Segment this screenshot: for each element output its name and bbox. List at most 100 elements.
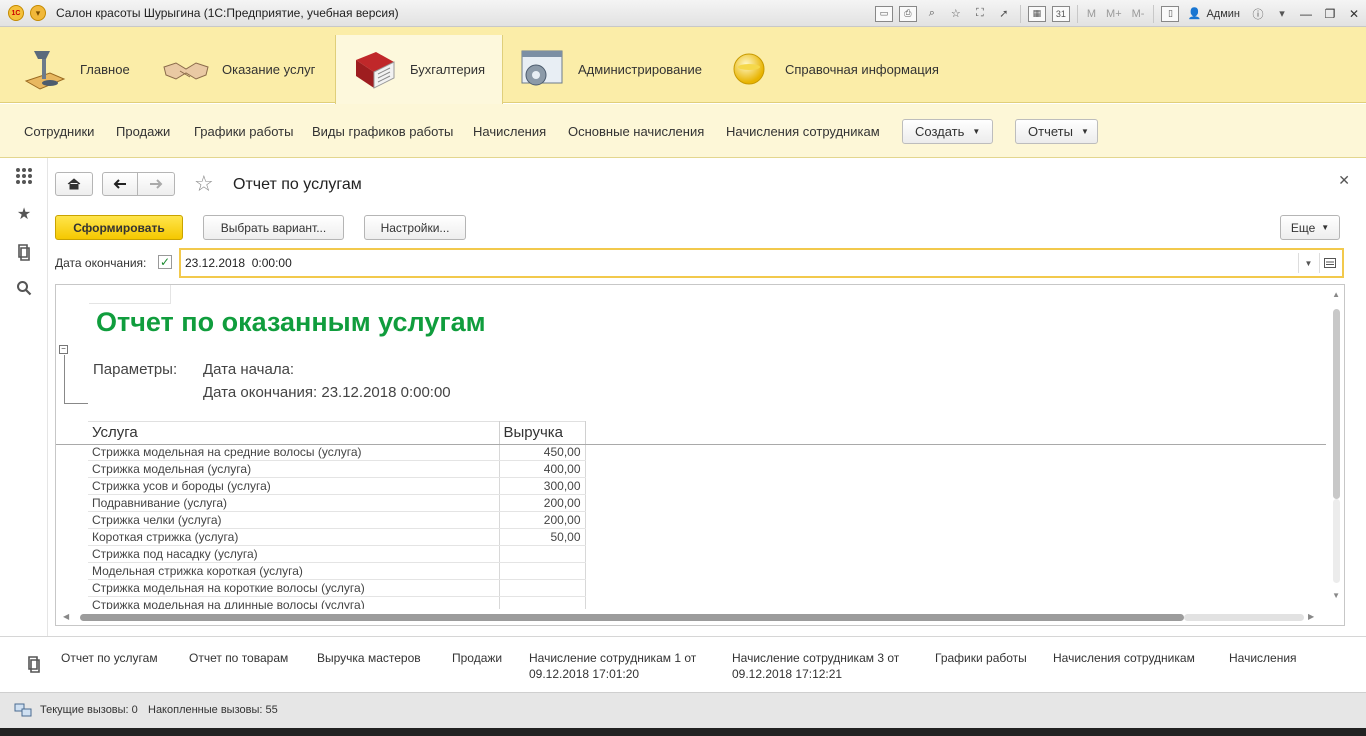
dropdown-arrow-icon[interactable]: ▼	[1298, 253, 1318, 273]
nav-link-main-accruals[interactable]: Основные начисления	[568, 124, 704, 139]
report-cell	[89, 285, 171, 304]
window-tab-accruals[interactable]: Начисления	[1229, 650, 1297, 666]
arrow-left-icon	[113, 179, 126, 189]
table-row[interactable]: Стрижка челки (услуга) 200,00	[88, 511, 586, 529]
table-row[interactable]: Короткая стрижка (услуга) 50,00	[88, 528, 586, 546]
back-button[interactable]	[102, 172, 138, 196]
section-reference[interactable]: Справочная информация	[725, 35, 939, 103]
report-form: ☆ Отчет по услугам ✕ Сформировать Выбрат…	[48, 158, 1366, 636]
panels-icon[interactable]: ▯	[1161, 5, 1180, 22]
history-icon[interactable]	[14, 242, 34, 262]
search-icon[interactable]	[14, 278, 34, 298]
horizontal-scroll-thumb[interactable]	[80, 614, 1184, 621]
table-row[interactable]: Стрижка модельная на средние волосы (усл…	[88, 443, 586, 461]
link-icon[interactable]: ⛶	[971, 6, 989, 22]
table-row[interactable]: Стрижка усов и бороды (услуга) 300,00	[88, 477, 586, 495]
more-button[interactable]: Еще ▼	[1280, 215, 1340, 240]
table-row[interactable]: Стрижка модельная на короткие волосы (ус…	[88, 579, 586, 597]
navigation-panel: Сотрудники Продажи Графики работы Виды г…	[0, 104, 1366, 158]
memory-minus-button[interactable]: M-	[1132, 8, 1145, 20]
windows-history-icon[interactable]	[26, 655, 42, 676]
reports-button[interactable]: Отчеты ▼	[1015, 119, 1098, 144]
table-row[interactable]: Стрижка под насадку (услуга)	[88, 545, 586, 563]
service-cell: Стрижка модельная на средние волосы (усл…	[88, 443, 500, 461]
window-tab-accrual-1[interactable]: Начисление сотрудникам 1 от 09.12.2018 1…	[529, 650, 719, 682]
nav-link-employee-accruals[interactable]: Начисления сотрудникам	[726, 124, 880, 139]
accumulated-calls: Накопленные вызовы: 55	[148, 704, 278, 716]
favorite-star-icon[interactable]: ☆	[194, 172, 214, 196]
menu-grid-icon[interactable]	[14, 166, 34, 186]
save-icon[interactable]: ▭	[874, 5, 893, 22]
section-main[interactable]: Главное	[20, 35, 130, 103]
create-button[interactable]: Создать ▼	[902, 119, 993, 144]
print-icon[interactable]: ⎙	[898, 5, 917, 22]
window-tab-accrual-3[interactable]: Начисление сотрудникам 3 от 09.12.2018 1…	[732, 650, 922, 682]
1c-logo-icon[interactable]: 1С	[8, 5, 24, 21]
nav-link-sales[interactable]: Продажи	[116, 124, 170, 139]
window-tab-employee-accruals[interactable]: Начисления сотрудникам	[1053, 650, 1195, 666]
section-services[interactable]: Оказание услуг	[162, 35, 315, 103]
select-variant-button[interactable]: Выбрать вариант...	[203, 215, 344, 240]
revenue-cell: 300,00	[499, 477, 586, 495]
status-bar: Текущие вызовы: 0 Накопленные вызовы: 55	[0, 692, 1366, 728]
section-accounting[interactable]: Бухгалтерия	[335, 35, 503, 104]
calendar-icon[interactable]: 31	[1051, 5, 1070, 22]
window-tab-sales[interactable]: Продажи	[452, 650, 502, 666]
info-icon[interactable]: ⓘ	[1249, 6, 1267, 22]
nav-link-accruals[interactable]: Начисления	[473, 124, 546, 139]
settings-button[interactable]: Настройки...	[364, 215, 466, 240]
minimize-icon[interactable]: —	[1294, 7, 1318, 21]
favorites-star-icon[interactable]: ★	[14, 204, 34, 224]
scroll-up-icon[interactable]: ▲	[1332, 290, 1340, 299]
close-form-icon[interactable]: ✕	[1338, 172, 1350, 189]
form-title: Отчет по услугам	[233, 176, 362, 193]
memory-plus-button[interactable]: M+	[1106, 8, 1122, 20]
window-tab-goods-report[interactable]: Отчет по товарам	[189, 650, 288, 666]
collapse-group-icon[interactable]: −	[59, 345, 68, 354]
current-calls: Текущие вызовы: 0	[40, 704, 138, 716]
close-window-icon[interactable]: ✕	[1342, 7, 1366, 21]
window-tab-work-schedules[interactable]: Графики работы	[935, 650, 1027, 666]
report-document[interactable]: − Отчет по оказанным услугам Параметры: …	[55, 284, 1345, 626]
nav-link-schedule-types[interactable]: Виды графиков работы	[312, 124, 453, 139]
user-name[interactable]: Админ	[1206, 8, 1240, 20]
end-date-checkbox[interactable]: ✓	[158, 255, 172, 269]
info-sphere-icon	[725, 45, 773, 93]
nav-link-work-schedules[interactable]: Графики работы	[194, 124, 293, 139]
revenue-cell: 200,00	[499, 494, 586, 512]
home-button[interactable]	[55, 172, 93, 196]
vertical-scrollbar[interactable]: ▲ ▼	[1328, 285, 1344, 610]
title-bar: 1С ▾ Салон красоты Шурыгина (1С:Предприя…	[0, 0, 1366, 27]
calculator-icon[interactable]: ▦	[1027, 5, 1046, 22]
end-date-input[interactable]	[185, 254, 1285, 272]
scroll-right-icon[interactable]: ▶	[1308, 612, 1314, 621]
go-arrow-icon[interactable]: ➚	[995, 6, 1013, 22]
network-calls-icon[interactable]	[14, 702, 32, 721]
param-end-date: Дата окончания: 23.12.2018 0:00:00	[203, 384, 451, 401]
forward-button[interactable]	[137, 172, 175, 196]
end-date-field[interactable]: ▼	[179, 248, 1344, 278]
restore-icon[interactable]: ❐	[1318, 7, 1342, 21]
search-icon[interactable]: ⌕	[923, 6, 941, 22]
generate-button[interactable]: Сформировать	[55, 215, 183, 240]
table-row[interactable]: Подравнивание (услуга) 200,00	[88, 494, 586, 512]
nav-link-employees[interactable]: Сотрудники	[24, 124, 94, 139]
param-start-date: Дата начала:	[203, 361, 295, 378]
window-title: Салон красоты Шурыгина (1С:Предприятие, …	[56, 6, 399, 20]
table-row[interactable]: Модельная стрижка короткая (услуга)	[88, 562, 586, 580]
vertical-scroll-thumb[interactable]	[1333, 309, 1340, 499]
more-menu-icon[interactable]: ▾	[1273, 6, 1291, 22]
memory-m-button[interactable]: M	[1087, 8, 1096, 20]
scroll-down-icon[interactable]: ▼	[1332, 591, 1340, 600]
main-menu-icon[interactable]: ▾	[30, 5, 46, 21]
scroll-left-icon[interactable]: ◀	[63, 612, 69, 621]
horizontal-scrollbar[interactable]: ◀ ▶	[56, 609, 1330, 625]
table-row[interactable]: Стрижка модельная (услуга) 400,00	[88, 460, 586, 478]
window-tab-services-report[interactable]: Отчет по услугам	[61, 650, 158, 666]
horizontal-scroll-track[interactable]	[1184, 614, 1304, 621]
section-administration[interactable]: Администрирование	[518, 35, 702, 103]
calendar-picker-icon[interactable]	[1319, 253, 1339, 273]
vertical-scroll-track[interactable]	[1333, 499, 1340, 583]
window-tab-masters-revenue[interactable]: Выручка мастеров	[317, 650, 421, 666]
favorites-icon[interactable]: ☆	[947, 6, 965, 22]
